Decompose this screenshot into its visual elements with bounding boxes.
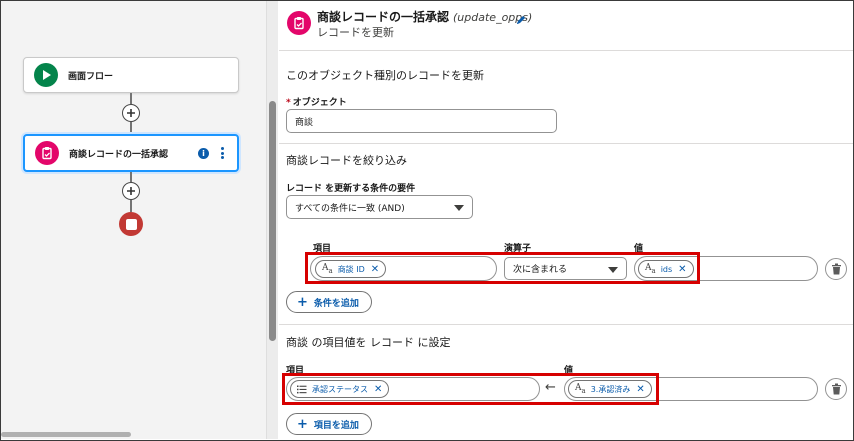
add-condition-button[interactable]: + 条件を追加 bbox=[286, 291, 372, 313]
delete-condition-button[interactable] bbox=[825, 258, 847, 280]
text-type-icon: Aa bbox=[645, 263, 656, 275]
value-resource-pill[interactable]: Aa 3.承認済み ✕ bbox=[568, 380, 652, 398]
filter-operator-header: 演算子 bbox=[504, 244, 532, 254]
filter-field-header: 項目 bbox=[313, 244, 332, 254]
element-label: 商談レコードの一括承認 bbox=[317, 10, 450, 24]
object-section-title: このオブジェクト種別のレコードを更新 bbox=[286, 69, 484, 82]
object-label-text: オブジェクト bbox=[292, 98, 347, 108]
remove-pill-icon[interactable]: ✕ bbox=[636, 384, 644, 395]
filter-value-input[interactable]: Aa ids ✕ bbox=[634, 256, 818, 281]
condition-requirement-label: レコード を更新する条件の要件 bbox=[286, 184, 416, 194]
field-pill-label: 承認ステータス bbox=[312, 384, 368, 394]
condition-requirement-value: すべての条件に一致 (AND) bbox=[295, 203, 405, 214]
play-icon bbox=[34, 63, 58, 87]
plus-icon bbox=[127, 109, 135, 117]
field-resource-pill[interactable]: 承認ステータス ✕ bbox=[290, 380, 390, 398]
start-node-card[interactable]: 画面フロー bbox=[23, 57, 239, 93]
plus-icon: + bbox=[297, 416, 308, 432]
connector-line bbox=[130, 93, 132, 104]
start-node-label: 画面フロー bbox=[68, 71, 114, 82]
panel-header: 商談レコードの一括承認 (update_opps) レコードを更新 bbox=[279, 1, 853, 51]
set-value-input[interactable]: Aa 3.承認済み ✕ bbox=[564, 377, 818, 401]
filter-field-input[interactable]: Aa 商談 ID ✕ bbox=[310, 256, 497, 281]
add-element-button[interactable] bbox=[122, 104, 140, 122]
flow-canvas[interactable]: 画面フロー 商談レコードの一括承認 i bbox=[1, 1, 266, 439]
set-values-section-title: 商談 の項目値を レコード に設定 bbox=[286, 336, 451, 349]
edit-pencil-icon[interactable] bbox=[515, 14, 527, 26]
chevron-down-icon bbox=[454, 205, 464, 211]
chevron-down-icon bbox=[608, 266, 618, 273]
assign-arrow-icon: ← bbox=[545, 380, 556, 395]
element-title: 商談レコードの一括承認 (update_opps) bbox=[317, 8, 532, 25]
add-field-label: 項目を追加 bbox=[313, 420, 359, 431]
connector-line bbox=[130, 172, 132, 182]
picklist-icon bbox=[297, 385, 307, 393]
field-resource-pill[interactable]: Aa 商談 ID ✕ bbox=[315, 260, 387, 278]
section-divider bbox=[279, 143, 853, 144]
filter-value-header: 値 bbox=[634, 244, 644, 254]
element-type: レコードを更新 bbox=[317, 26, 394, 39]
remove-pill-icon[interactable]: ✕ bbox=[371, 264, 379, 275]
properties-panel: 商談レコードの一括承認 (update_opps) レコードを更新 このオブジェク… bbox=[279, 1, 853, 439]
vertical-scrollbar[interactable] bbox=[266, 1, 278, 439]
value-pill-label: ids bbox=[660, 264, 673, 274]
remove-pill-icon[interactable]: ✕ bbox=[374, 384, 382, 395]
set-field-input[interactable]: 承認ステータス ✕ bbox=[286, 377, 540, 401]
scrollbar-thumb[interactable] bbox=[269, 101, 276, 341]
connector-line bbox=[130, 200, 132, 212]
trash-icon bbox=[831, 263, 841, 275]
update-node-card[interactable]: 商談レコードの一括承認 i bbox=[23, 134, 239, 172]
object-field-label: * オブジェクト bbox=[286, 95, 347, 108]
more-actions-icon[interactable] bbox=[215, 145, 229, 161]
remove-pill-icon[interactable]: ✕ bbox=[678, 264, 686, 275]
object-input[interactable]: 商談 bbox=[286, 109, 557, 133]
section-divider bbox=[279, 324, 853, 325]
info-icon[interactable]: i bbox=[198, 147, 209, 159]
stop-icon bbox=[119, 212, 143, 236]
value-resource-pill[interactable]: Aa ids ✕ bbox=[638, 260, 694, 278]
plus-icon: + bbox=[297, 294, 308, 310]
condition-requirement-select[interactable]: すべての条件に一致 (AND) bbox=[286, 195, 473, 219]
add-element-button[interactable] bbox=[122, 182, 140, 200]
value-pill-label: 3.承認済み bbox=[590, 384, 631, 394]
horizontal-scrollbar[interactable] bbox=[1, 432, 131, 437]
delete-field-button[interactable] bbox=[825, 378, 847, 400]
set-value-header: 値 bbox=[564, 366, 574, 376]
text-type-icon: Aa bbox=[322, 263, 333, 275]
update-record-icon bbox=[35, 141, 59, 165]
update-node-label: 商談レコードの一括承認 bbox=[69, 149, 169, 160]
text-type-icon: Aa bbox=[575, 383, 586, 395]
trash-icon bbox=[831, 383, 841, 395]
add-condition-label: 条件を追加 bbox=[313, 298, 359, 309]
plus-icon bbox=[127, 187, 135, 195]
set-field-header: 項目 bbox=[286, 366, 305, 376]
field-pill-label: 商談 ID bbox=[337, 264, 365, 274]
add-field-button[interactable]: + 項目を追加 bbox=[286, 413, 372, 435]
required-marker: * bbox=[286, 98, 291, 108]
filter-section-title: 商談レコードを絞り込み bbox=[286, 154, 407, 167]
filter-operator-value: 次に含まれる bbox=[513, 265, 568, 275]
update-record-icon bbox=[287, 11, 311, 35]
filter-operator-select[interactable]: 次に含まれる bbox=[504, 257, 627, 280]
connector-line bbox=[130, 122, 132, 134]
